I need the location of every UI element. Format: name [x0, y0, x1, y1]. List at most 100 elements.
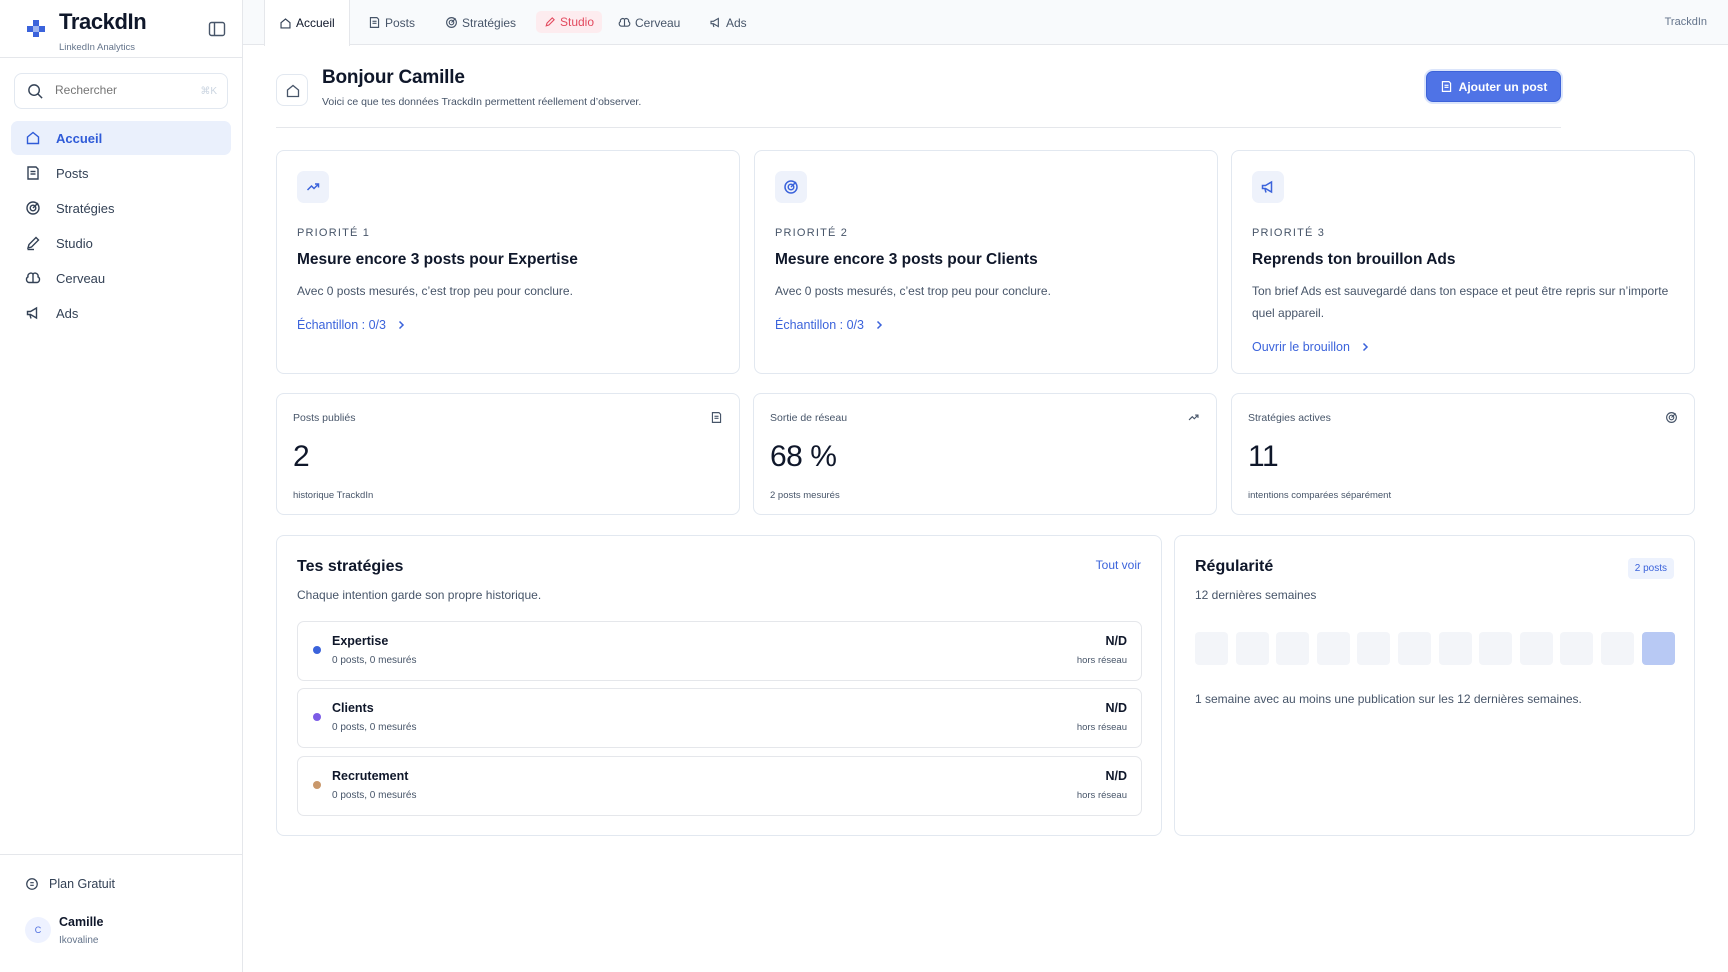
priority-link[interactable]: Échantillon : 0/3: [297, 318, 406, 332]
tab-accueil[interactable]: Accueil: [264, 0, 350, 46]
sidebar-item-label: Ads: [56, 305, 79, 321]
tab-posts[interactable]: Posts: [368, 0, 415, 45]
user-org: Ikovaline: [59, 935, 99, 946]
tab-strategies[interactable]: Stratégies: [445, 0, 516, 45]
tab-bar: Accueil Posts Stratégies Studio Cerveau …: [243, 0, 1728, 46]
plan-link[interactable]: Plan Gratuit: [25, 877, 115, 891]
priority-card: PRIORITÉ 1 Mesure encore 3 posts pour Ex…: [276, 150, 740, 374]
add-post-button[interactable]: Ajouter un post: [1426, 71, 1561, 102]
stat-card: Posts publiés 2 historique TrackdIn: [276, 393, 740, 515]
stat-note: 2 posts mesurés: [770, 490, 840, 501]
priority-title: Mesure encore 3 posts pour Clients: [775, 251, 1038, 268]
sidebar-item-studio[interactable]: Studio: [11, 226, 231, 260]
stat-note: intentions comparées séparément: [1248, 490, 1392, 501]
sidebar-item-label: Stratégies: [56, 200, 115, 216]
strategies-title: Tes stratégies: [297, 558, 404, 575]
sidebar-toggle-icon[interactable]: [207, 19, 227, 39]
stat-card: Stratégies actives 11 intentions comparé…: [1231, 393, 1695, 515]
chevron-right-icon: [876, 320, 883, 330]
brand-name: TrackdIn: [59, 9, 147, 34]
target-icon: [1666, 412, 1677, 423]
sidebar-item-label: Accueil: [56, 130, 103, 146]
sidebar-item-label: Posts: [56, 165, 89, 181]
strategies-subtitle: Chaque intention garde son propre histor…: [297, 588, 542, 602]
priority-description: Avec 0 posts mesurés, c’est trop peu pou…: [775, 284, 1051, 298]
strategy-value-note: hors réseau: [1076, 655, 1127, 666]
stat-value: 11: [1248, 440, 1279, 473]
priority-title: Mesure encore 3 posts pour Expertise: [297, 251, 578, 268]
sidebar-item-label: Cerveau: [56, 270, 106, 286]
priority-description: Avec 0 posts mesurés, c’est trop peu pou…: [297, 284, 573, 298]
strategy-name: Expertise: [332, 634, 389, 648]
week-cell: [1397, 632, 1431, 665]
tab-label: Cerveau: [635, 15, 681, 30]
strategy-row[interactable]: Recrutement 0 posts, 0 mesurés N/D hors …: [297, 756, 1142, 816]
search-shortcut: ⌘K: [200, 86, 217, 97]
trend-up-icon: [306, 183, 320, 191]
chevron-right-icon: [398, 320, 405, 330]
strategy-value: N/D: [1105, 701, 1127, 715]
priority-card: PRIORITÉ 3 Reprends ton brouillon Ads To…: [1231, 150, 1695, 374]
strategy-meta: 0 posts, 0 mesurés: [332, 655, 417, 666]
page-icon: [276, 74, 308, 106]
file-icon: [711, 412, 722, 423]
posts-count-badge: 2 posts: [1627, 558, 1674, 579]
sidebar-footer: Plan Gratuit C Camille Ikovaline: [0, 854, 243, 972]
sidebar-item-strategies[interactable]: Stratégies: [11, 191, 231, 225]
home-icon: [26, 131, 40, 145]
page-subtitle: Voici ce que tes données TrackdIn permet…: [322, 96, 642, 108]
tab-label: Accueil: [296, 16, 335, 30]
header-divider: [276, 127, 1561, 128]
priority-card: PRIORITÉ 2 Mesure encore 3 posts pour Cl…: [754, 150, 1218, 374]
sidebar-item-cerveau[interactable]: Cerveau: [11, 261, 231, 295]
stat-label: Posts publiés: [293, 412, 356, 424]
week-cell: [1519, 632, 1553, 665]
file-icon: [27, 166, 39, 180]
user-name: Camille: [59, 915, 104, 929]
home-icon: [286, 84, 300, 98]
priority-icon-box: [297, 171, 329, 203]
home-icon: [280, 17, 291, 29]
add-post-label: Ajouter un post: [1458, 79, 1548, 94]
priority-label: PRIORITÉ 3: [1252, 227, 1326, 239]
tab-ads[interactable]: Ads: [709, 0, 747, 45]
tab-label: Ads: [726, 15, 747, 30]
sidebar-item-posts[interactable]: Posts: [11, 156, 231, 190]
megaphone-icon: [1261, 180, 1273, 194]
priority-label: PRIORITÉ 1: [297, 227, 371, 239]
sidebar-nav: Accueil Posts Stratégies Studio Cerveau …: [11, 121, 231, 331]
strategy-color-dot: [313, 781, 321, 789]
priority-link[interactable]: Échantillon : 0/3: [775, 318, 884, 332]
strategy-row[interactable]: Clients 0 posts, 0 mesurés N/D hors rése…: [297, 688, 1142, 748]
brain-icon: [25, 272, 41, 284]
pen-icon: [545, 17, 555, 27]
brand: TrackdIn LinkedIn Analytics: [0, 0, 242, 58]
stat-label: Stratégies actives: [1248, 412, 1331, 424]
tab-studio[interactable]: Studio: [536, 11, 603, 33]
file-icon: [369, 17, 380, 28]
see-all-link[interactable]: Tout voir: [1096, 558, 1141, 572]
brain-icon: [618, 18, 631, 27]
week-cell: [1479, 632, 1513, 665]
search-input[interactable]: [55, 83, 195, 97]
plan-label: Plan Gratuit: [49, 877, 116, 891]
week-cell: [1316, 632, 1350, 665]
search-box[interactable]: ⌘K: [14, 73, 228, 109]
tab-cerveau[interactable]: Cerveau: [618, 0, 680, 45]
stat-value: 2: [293, 440, 310, 473]
search-icon: [28, 84, 43, 99]
stat-card: Sortie de réseau 68 % 2 posts mesurés: [753, 393, 1217, 515]
strategy-row[interactable]: Expertise 0 posts, 0 mesurés N/D hors ré…: [297, 621, 1142, 681]
sidebar-item-ads[interactable]: Ads: [11, 296, 231, 330]
sidebar-item-accueil[interactable]: Accueil: [11, 121, 231, 155]
brand-subtitle: LinkedIn Analytics: [59, 42, 136, 53]
priority-link[interactable]: Ouvrir le brouillon: [1252, 340, 1370, 354]
regularity-panel: Régularité 12 dernières semaines 2 posts…: [1174, 535, 1695, 836]
week-cell: [1560, 632, 1594, 665]
megaphone-icon: [710, 17, 719, 28]
priority-icon-box: [775, 171, 807, 203]
priority-link-label: Ouvrir le brouillon: [1252, 340, 1350, 354]
avatar[interactable]: C: [25, 917, 51, 943]
pen-icon: [26, 236, 40, 251]
logo-icon: [27, 20, 45, 37]
